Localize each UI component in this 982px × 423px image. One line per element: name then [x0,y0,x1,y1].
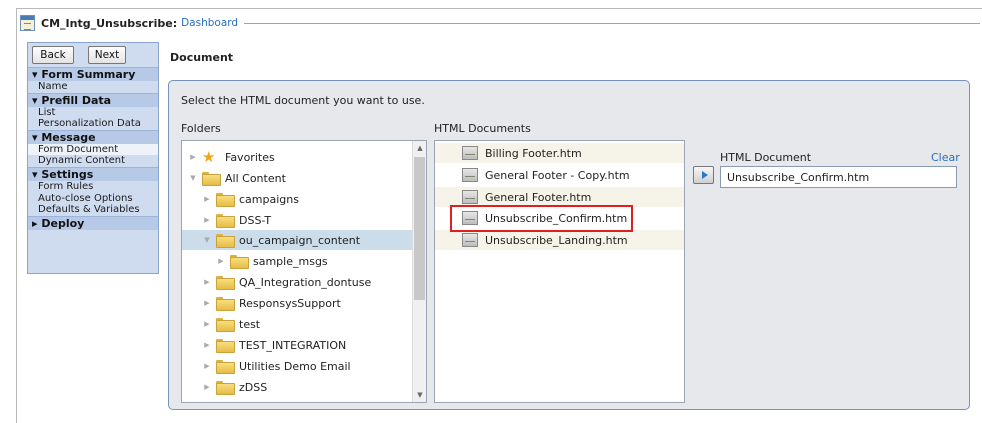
tree-item-label: Utilities Demo Email [239,359,351,373]
document-item[interactable]: General Footer - Copy.htm [435,165,684,185]
header-divider [244,22,980,24]
instruction-text: Select the HTML document you want to use… [181,94,425,107]
html-file-icon [462,168,478,182]
tree-item-label: All Content [225,171,286,185]
form-title: CM_Intg_Unsubscribe: [41,16,178,30]
highlight-box [450,205,633,232]
expand-arrow-icon[interactable]: ▶ [202,341,212,349]
expand-arrow-icon[interactable]: ▶ [202,383,212,391]
tree-item-label: campaigns [239,192,299,206]
document-item[interactable]: General Footer.htm [435,187,684,207]
folder-icon [216,339,235,353]
folder-icon [202,172,221,186]
folder-icon [216,297,235,311]
scroll-thumb[interactable] [414,157,425,300]
sidebar-item-personalization-data[interactable]: Personalization Data [28,118,158,130]
wizard-sidebar: Back Next ▾ Form Summary Name ▾ Prefill … [27,42,159,274]
document-label: Billing Footer.htm [485,146,582,160]
star-icon: ★ [202,148,216,166]
collapse-arrow-icon[interactable]: ▼ [202,236,212,244]
tree-item-responsyssupport[interactable]: ▶ ResponsysSupport [182,293,414,313]
page-header: CM_Intg_Unsubscribe: Dashboard [20,12,980,34]
expand-arrow-icon[interactable]: ▶ [216,257,226,265]
document-label: Unsubscribe_Landing.htm [485,233,628,247]
tree-item-label: zDSS [239,380,268,394]
html-file-icon [462,190,478,204]
folder-icon [216,381,235,395]
sidebar-item-form-rules[interactable]: Form Rules [28,181,158,193]
document-label: General Footer.htm [485,190,592,204]
tree-item-label: sample_msgs [253,254,328,268]
collapse-arrow-icon[interactable]: ▼ [188,174,198,182]
tree-item-qa-integration-dontuse[interactable]: ▶ QA_Integration_dontuse [182,272,414,292]
back-button[interactable]: Back [32,46,74,64]
expand-arrow-icon[interactable]: ▶ [202,278,212,286]
html-document-field[interactable]: Unsubscribe_Confirm.htm [720,166,957,188]
tree-item-test[interactable]: ▶ test [182,314,414,334]
sidebar-item-dynamic-content[interactable]: Dynamic Content [28,155,158,167]
tree-item-campaigns[interactable]: ▶ campaigns [182,189,414,209]
document-label: General Footer - Copy.htm [485,168,630,182]
folder-icon [216,360,235,374]
folder-tree: ▶ ★ Favorites ▼ All Content ▶ campaigns … [181,140,427,403]
next-button[interactable]: Next [88,46,126,64]
form-icon [20,15,35,31]
section-prefill-data[interactable]: ▾ Prefill Data [28,92,158,107]
html-file-icon [462,146,478,160]
tree-item-sample-msgs[interactable]: ▶ sample_msgs [182,251,414,271]
html-file-icon [462,233,478,247]
tree-item-all-content[interactable]: ▼ All Content [182,168,414,188]
clear-link[interactable]: Clear [931,151,960,164]
expand-arrow-icon[interactable]: ▶ [202,362,212,370]
sidebar-item-name[interactable]: Name [28,81,158,93]
html-document-label: HTML Document [720,151,812,164]
tree-item-ou-campaign-content[interactable]: ▼ ou_campaign_content [182,230,414,250]
section-settings[interactable]: ▾ Settings [28,166,158,181]
tree-item-label: ResponsysSupport [239,296,341,310]
folder-icon [216,234,235,248]
scroll-up-icon[interactable]: ▲ [413,141,426,155]
html-documents-list: Billing Footer.htm General Footer - Copy… [434,140,685,403]
section-deploy[interactable]: ▸ Deploy [28,215,158,230]
sidebar-item-form-document[interactable]: Form Document [28,143,158,156]
expand-arrow-icon[interactable]: ▶ [202,299,212,307]
play-arrow-icon [701,171,708,179]
tree-item-label: DSS-T [239,213,272,227]
scroll-down-icon[interactable]: ▼ [413,388,426,402]
document-item[interactable]: Unsubscribe_Landing.htm [435,230,684,250]
expand-arrow-icon[interactable]: ▶ [202,320,212,328]
html-documents-label: HTML Documents [434,122,531,135]
section-form-summary[interactable]: ▾ Form Summary [28,67,158,81]
tree-item-label: ou_campaign_content [239,233,361,247]
expand-arrow-icon[interactable]: ▶ [202,216,212,224]
tree-item-favorites[interactable]: ▶ ★ Favorites [182,147,414,167]
sidebar-item-defaults-variables[interactable]: Defaults & Variables [28,204,158,216]
tree-item-zdss[interactable]: ▶ zDSS [182,377,414,397]
tree-item-test-integration[interactable]: ▶ TEST_INTEGRATION [182,335,414,355]
folder-icon [216,214,235,228]
sidebar-item-list[interactable]: List [28,107,158,119]
folder-icon [216,318,235,332]
folder-icon [216,193,235,207]
sidebar-item-auto-close-options[interactable]: Auto-close Options [28,193,158,205]
tree-item-label: test [239,317,261,331]
dashboard-link[interactable]: Dashboard [181,17,238,29]
section-message[interactable]: ▾ Message [28,129,158,144]
expand-arrow-icon[interactable]: ▶ [188,153,198,161]
nav-buttons: Back Next [28,43,158,67]
folders-label: Folders [181,122,221,135]
folder-icon [230,255,249,269]
expand-arrow-icon[interactable]: ▶ [202,195,212,203]
select-document-button[interactable] [693,166,714,184]
tree-item-label: Favorites [225,150,275,164]
folder-icon [216,276,235,290]
folder-scrollbar[interactable]: ▲ ▼ [412,141,426,402]
document-item[interactable]: Billing Footer.htm [435,143,684,163]
page-title: Document [170,51,234,64]
tree-item-dss-t[interactable]: ▶ DSS-T [182,210,414,230]
tree-item-label: QA_Integration_dontuse [239,275,372,289]
tree-item-utilities-demo-email[interactable]: ▶ Utilities Demo Email [182,356,414,376]
tree-item-label: TEST_INTEGRATION [239,338,347,352]
